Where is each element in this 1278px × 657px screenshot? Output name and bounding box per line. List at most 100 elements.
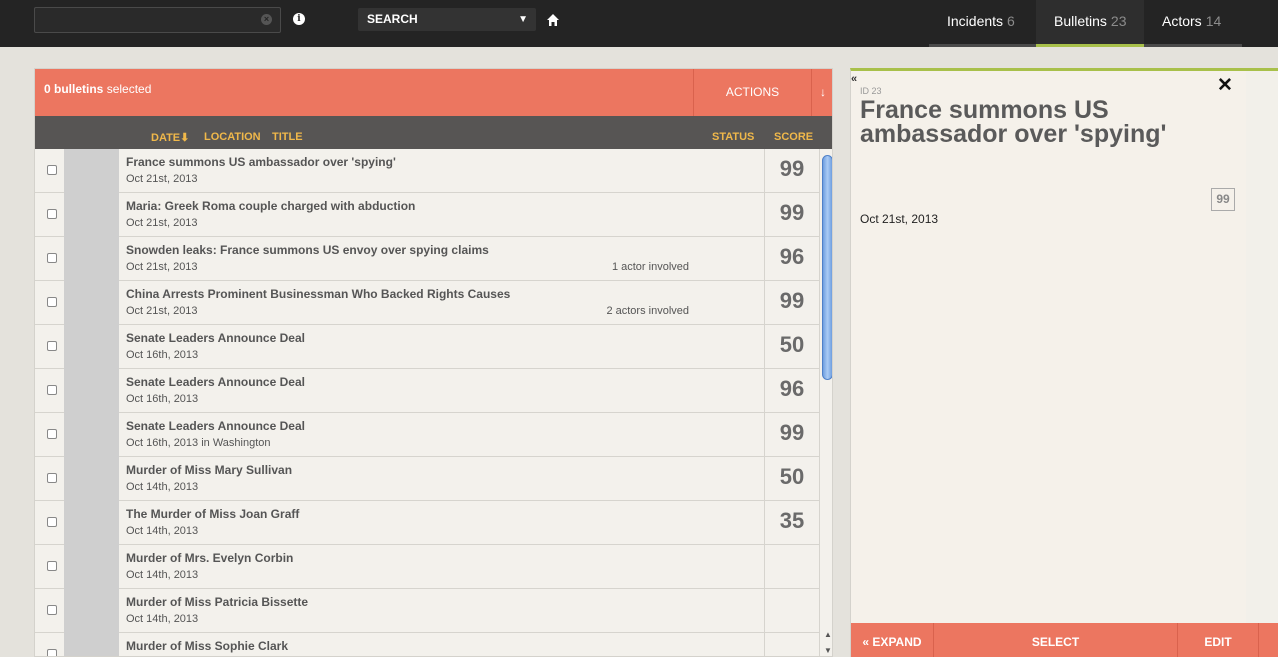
table-row[interactable]: Murder of Miss Sophie Clark (35, 633, 819, 656)
row-thumbnail (64, 149, 119, 193)
column-date[interactable]: DATE⬇ (151, 131, 189, 144)
row-checkbox[interactable] (47, 165, 57, 175)
row-thumbnail (64, 633, 119, 656)
row-thumbnail (64, 545, 119, 589)
detail-title: France summons US ambassador over 'spyin… (860, 96, 1167, 148)
row-date: Oct 16th, 2013 (126, 349, 199, 361)
row-checkbox[interactable] (47, 209, 57, 219)
row-checkbox[interactable] (47, 473, 57, 483)
row-title: The Murder of Miss Joan Graff (126, 507, 300, 521)
column-score[interactable]: SCORE (774, 131, 813, 143)
detail-panel-edge (1246, 68, 1278, 657)
row-title: Senate Leaders Announce Deal (126, 375, 305, 389)
column-header: DATE⬇ LOCATION TITLE STATUS SCORE (35, 116, 832, 149)
row-checkbox[interactable] (47, 429, 57, 439)
tab-bulletins[interactable]: Bulletins 23 (1036, 0, 1144, 47)
row-score: 99 (764, 281, 819, 325)
scroll-up-icon[interactable]: ▲ (824, 630, 832, 639)
search-mode-select[interactable]: SEARCH ▼ (358, 8, 536, 31)
row-thumbnail (64, 281, 119, 325)
row-checkbox[interactable] (47, 561, 57, 571)
row-score: 50 (764, 457, 819, 501)
row-date: Oct 21st, 2013 (126, 217, 198, 229)
close-icon[interactable]: ✕ (1217, 74, 1233, 97)
table-row[interactable]: Senate Leaders Announce Deal Oct 16th, 20… (35, 369, 819, 413)
row-checkbox[interactable] (47, 253, 57, 263)
row-thumbnail (64, 501, 119, 545)
row-checkbox[interactable] (47, 341, 57, 351)
tab-actors[interactable]: Actors 14 (1144, 0, 1242, 47)
row-date: Oct 14th, 2013 (126, 481, 199, 493)
table-row[interactable]: Murder of Mrs. Evelyn Corbin Oct 14th, 20… (35, 545, 819, 589)
row-title: Murder of Miss Mary Sullivan (126, 463, 293, 477)
column-title[interactable]: TITLE (272, 131, 303, 143)
table-row[interactable]: France summons US ambassador over 'spyin… (35, 149, 819, 193)
tab-incidents-count: 6 (1007, 13, 1015, 29)
scroll-down-icon[interactable]: ▼ (824, 646, 832, 655)
row-thumbnail (64, 413, 119, 457)
row-title: Murder of Mrs. Evelyn Corbin (126, 551, 294, 565)
row-date: Oct 21st, 2013 (126, 261, 198, 273)
table-row[interactable]: China Arrests Prominent Businessman Who … (35, 281, 819, 325)
row-checkbox[interactable] (47, 649, 57, 656)
search-input[interactable] (35, 8, 280, 32)
tab-bulletins-label: Bulletins (1054, 13, 1107, 29)
column-location[interactable]: LOCATION (204, 131, 261, 143)
row-checkbox[interactable] (47, 297, 57, 307)
row-checkbox[interactable] (47, 517, 57, 527)
detail-footer: « EXPAND SELECT EDIT (851, 623, 1278, 657)
row-score: 99 (764, 149, 819, 193)
edit-button[interactable]: EDIT (1178, 623, 1259, 657)
table-row[interactable]: Maria: Greek Roma couple charged with ab… (35, 193, 819, 237)
selected-count: 0 bulletins (44, 82, 104, 96)
column-date-label: DATE (151, 132, 181, 144)
row-thumbnail (64, 325, 119, 369)
row-title: China Arrests Prominent Businessman Who … (126, 287, 511, 301)
list-scrollbar[interactable]: ▲ ▼ (819, 149, 832, 656)
table-row[interactable]: Senate Leaders Announce Deal Oct 16th, 20… (35, 325, 819, 369)
clear-icon[interactable]: × (261, 14, 272, 25)
home-icon[interactable] (546, 13, 560, 27)
row-actors: 2 actors involved (606, 305, 689, 317)
tab-incidents-label: Incidents (947, 13, 1004, 29)
row-title: Senate Leaders Announce Deal (126, 331, 305, 345)
detail-date: Oct 21st, 2013 (860, 212, 939, 226)
scrollbar-thumb[interactable] (822, 155, 832, 380)
row-score (764, 589, 819, 633)
row-thumbnail (64, 589, 119, 633)
collapse-icon[interactable]: « (851, 73, 857, 85)
column-status[interactable]: STATUS (712, 131, 754, 143)
tab-actors-label: Actors (1162, 13, 1202, 29)
actions-button[interactable]: ACTIONS (693, 69, 811, 116)
row-title: Senate Leaders Announce Deal (126, 419, 305, 433)
row-date: Oct 14th, 2013 (126, 569, 199, 581)
expand-button[interactable]: « EXPAND (851, 623, 934, 657)
select-button[interactable]: SELECT (934, 623, 1178, 657)
row-thumbnail (64, 457, 119, 501)
row-thumbnail (64, 369, 119, 413)
row-date: Oct 16th, 2013 (126, 393, 199, 405)
search-mode-label: SEARCH (367, 12, 418, 26)
row-checkbox[interactable] (47, 605, 57, 615)
table-row[interactable]: Snowden leaks: France summons US envoy o… (35, 237, 819, 281)
table-row[interactable]: The Murder of Miss Joan Graff Oct 14th, 2… (35, 501, 819, 545)
table-row[interactable]: Murder of Miss Patricia Bissette Oct 14th… (35, 589, 819, 633)
row-date: Oct 14th, 2013 (126, 525, 199, 537)
info-icon[interactable]: i (293, 13, 305, 25)
bulletin-rows: France summons US ambassador over 'spyin… (35, 149, 819, 656)
row-actors: 1 actor involved (611, 261, 689, 273)
row-date: Oct 14th, 2013 (126, 613, 199, 625)
chevron-down-icon: ▼ (518, 14, 528, 25)
row-title: Maria: Greek Roma couple charged with ab… (126, 199, 416, 213)
row-checkbox[interactable] (47, 385, 57, 395)
selection-bar: 0 bulletins selected ACTIONS ↓ (35, 69, 832, 116)
tab-incidents[interactable]: Incidents 6 (929, 0, 1036, 47)
sort-down-icon[interactable]: ↓ (811, 69, 832, 116)
table-row[interactable]: Murder of Miss Mary Sullivan Oct 14th, 20… (35, 457, 819, 501)
bulletin-detail-panel (850, 68, 1247, 657)
search-box[interactable]: × (34, 7, 281, 33)
top-bar: × i SEARCH ▼ Incidents 6 Bulletins 23 Acto… (0, 0, 1278, 47)
detail-score-badge: 99 (1211, 188, 1235, 211)
row-title: Snowden leaks: France summons US envoy o… (126, 243, 489, 257)
table-row[interactable]: Senate Leaders Announce Deal Oct 16th, 20… (35, 413, 819, 457)
